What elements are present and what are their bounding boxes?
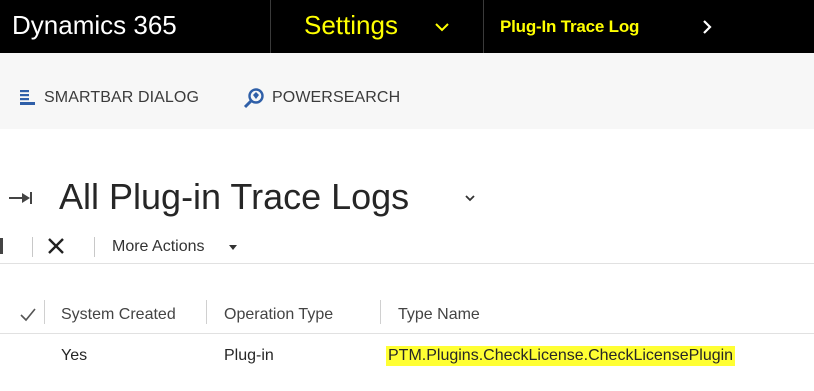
- cell-system-created[interactable]: Yes: [61, 346, 87, 366]
- grid-command-overflow[interactable]: [0, 238, 3, 254]
- smartbar-icon: [20, 90, 35, 105]
- command-separator: [32, 237, 33, 257]
- app-title[interactable]: Dynamics 365: [12, 8, 177, 42]
- powersearch-icon: [243, 88, 264, 109]
- view-selector-chevron-icon[interactable]: [463, 193, 477, 203]
- view-header: All Plug-in Trace Logs: [0, 172, 814, 222]
- settings-nav-menu[interactable]: Settings: [272, 0, 482, 53]
- toolbar-divider: [0, 263, 814, 264]
- settings-nav-label: Settings: [304, 10, 398, 40]
- chevron-down-icon: [435, 23, 449, 32]
- select-all-checkmark-icon[interactable]: [20, 308, 36, 322]
- caret-down-icon: [229, 245, 237, 250]
- grid-command-row: More Actions: [0, 232, 814, 262]
- column-header-type-name[interactable]: Type Name: [398, 305, 480, 325]
- column-header-system-created[interactable]: System Created: [61, 305, 176, 325]
- delete-icon[interactable]: [46, 236, 66, 256]
- cell-type-name[interactable]: PTM.Plugins.CheckLicense.CheckLicensePlu…: [386, 346, 736, 366]
- column-separator: [206, 300, 207, 324]
- plugin-trace-log-nav[interactable]: Plug-In Trace Log: [484, 0, 814, 53]
- view-title[interactable]: All Plug-in Trace Logs: [59, 176, 409, 218]
- pin-icon[interactable]: [8, 190, 34, 206]
- command-separator: [94, 237, 95, 257]
- column-separator: [44, 300, 45, 324]
- more-actions-button[interactable]: More Actions: [112, 237, 204, 257]
- powersearch-label: POWERSEARCH: [272, 89, 401, 106]
- powersearch-button[interactable]: POWERSEARCH: [242, 87, 400, 109]
- command-bar: SMARTBAR DIALOG POWERSEARCH: [0, 53, 814, 129]
- column-separator: [380, 300, 381, 324]
- nav-divider: [270, 0, 271, 53]
- grid-header-divider: [0, 333, 814, 334]
- chevron-right-icon: [703, 20, 712, 34]
- smartbar-dialog-label: SMARTBAR DIALOG: [44, 89, 200, 106]
- top-navigation-bar: Dynamics 365 Settings Plug-In Trace Log: [0, 0, 814, 53]
- cell-operation-type[interactable]: Plug-in: [224, 346, 274, 366]
- entity-nav-label: Plug-In Trace Log: [500, 17, 640, 36]
- smartbar-dialog-button[interactable]: SMARTBAR DIALOG: [18, 87, 199, 109]
- column-header-operation-type[interactable]: Operation Type: [224, 305, 333, 325]
